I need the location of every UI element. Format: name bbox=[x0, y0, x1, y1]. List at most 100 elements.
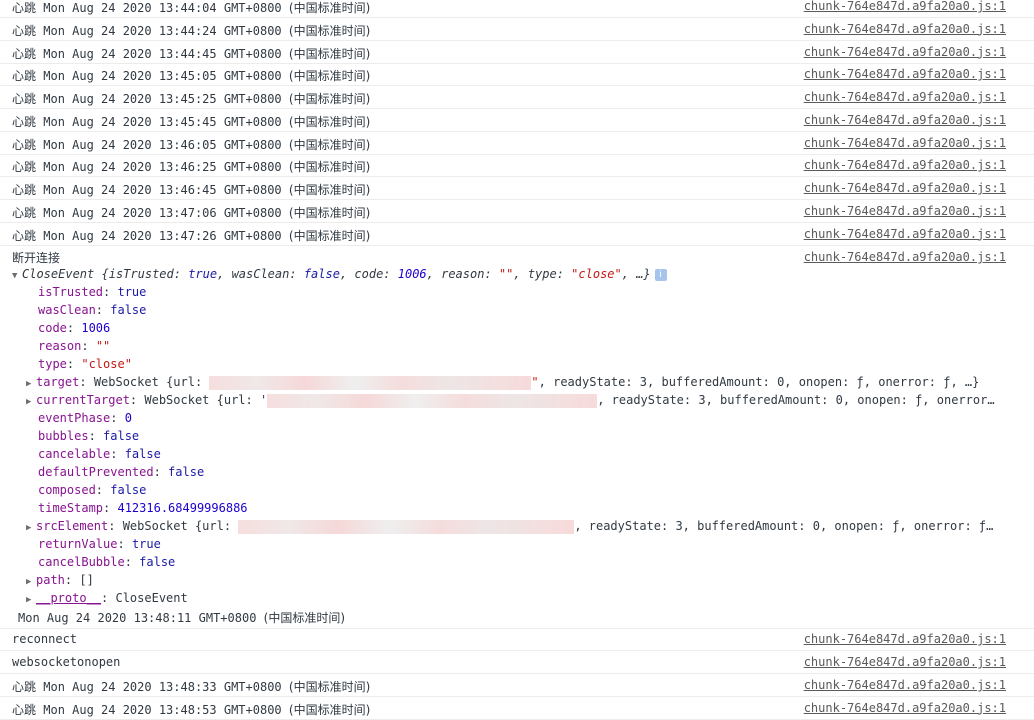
log-prefix: 心跳 bbox=[12, 160, 37, 175]
property-value: CloseEvent bbox=[115, 591, 188, 605]
log-row: 心跳 Mon Aug 24 2020 13:44:04 GMT+0800 (中国… bbox=[0, 0, 1034, 18]
expand-triangle-closed[interactable]: ▶ bbox=[26, 397, 36, 407]
log-timezone: (中国标准时间) bbox=[288, 114, 371, 129]
property-value: [] bbox=[79, 573, 94, 587]
log-message: 心跳 Mon Aug 24 2020 13:46:45 GMT+0800 (中国… bbox=[12, 181, 370, 198]
source-link[interactable]: chunk-764e847d.a9fa20a0.js:1 bbox=[804, 632, 1006, 646]
log-prefix: 心跳 bbox=[12, 1, 37, 15]
log-time: Mon Aug 24 2020 13:44:04 GMT+0800 bbox=[36, 1, 289, 15]
log-timezone: (中国标准时间) bbox=[288, 680, 371, 694]
source-link[interactable]: chunk-764e847d.a9fa20a0.js:1 bbox=[804, 678, 1006, 692]
colon: : bbox=[110, 411, 125, 425]
property-value: 1006 bbox=[397, 267, 427, 281]
tree-line: bubbles: false bbox=[38, 429, 139, 447]
info-icon[interactable]: i bbox=[654, 268, 667, 281]
console-panel: 心跳 Mon Aug 24 2020 13:44:04 GMT+0800 (中国… bbox=[0, 0, 1034, 720]
log-prefix: 心跳 bbox=[12, 183, 37, 197]
property-value: "" bbox=[498, 267, 514, 281]
tree-line: ▼ CloseEvent {isTrusted: true, wasClean: … bbox=[12, 267, 667, 285]
property-key: cancelable bbox=[38, 447, 111, 461]
log-time: Mon Aug 24 2020 13:45:25 GMT+0800 bbox=[36, 92, 289, 106]
brace: { bbox=[101, 267, 109, 281]
object-open: {url: bbox=[166, 375, 210, 389]
log-message: 心跳 Mon Aug 24 2020 13:44:04 GMT+0800 (中国… bbox=[12, 0, 370, 16]
log-prefix: 心跳 bbox=[12, 228, 37, 243]
source-link[interactable]: chunk-764e847d.a9fa20a0.js:1 bbox=[804, 250, 1006, 264]
log-message: 心跳 Mon Aug 24 2020 13:45:05 GMT+0800 (中国… bbox=[12, 67, 370, 84]
property-key: timeStamp bbox=[38, 501, 104, 515]
property-key[interactable]: currentTarget bbox=[36, 393, 130, 407]
log-row: 心跳 Mon Aug 24 2020 13:47:26 GMT+0800 (中国… bbox=[0, 224, 1034, 246]
source-link[interactable]: chunk-764e847d.a9fa20a0.js:1 bbox=[804, 90, 1006, 104]
tree-line: timeStamp: 412316.68499996886 bbox=[38, 501, 248, 519]
property-key: eventPhase bbox=[38, 411, 111, 425]
property-value: 1006 bbox=[81, 321, 111, 335]
property-key: type bbox=[38, 357, 67, 371]
expand-triangle-closed[interactable]: ▶ bbox=[26, 577, 36, 587]
colon: : bbox=[88, 429, 104, 443]
summary-tail: , …} bbox=[621, 267, 651, 281]
log-prefix: 心跳 bbox=[12, 205, 37, 220]
property-key: reason bbox=[38, 339, 82, 353]
class-name: WebSocket bbox=[144, 393, 217, 407]
colon: : bbox=[103, 501, 118, 515]
source-link[interactable]: chunk-764e847d.a9fa20a0.js:1 bbox=[804, 158, 1006, 172]
tree-line: ▶ currentTarget: WebSocket {url: ' , ready… bbox=[26, 393, 995, 411]
tree-line: defaultPrevented: false bbox=[38, 465, 204, 483]
summary-key: wasClean: bbox=[231, 267, 304, 281]
log-row: 心跳 Mon Aug 24 2020 13:45:45 GMT+0800 (中国… bbox=[0, 110, 1034, 132]
colon: : bbox=[64, 573, 80, 587]
log-row: 心跳 Mon Aug 24 2020 13:48:53 GMT+0800 (中国… bbox=[0, 698, 1034, 720]
source-link[interactable]: chunk-764e847d.a9fa20a0.js:1 bbox=[804, 136, 1006, 150]
log-message: 心跳 Mon Aug 24 2020 13:47:26 GMT+0800 (中国… bbox=[12, 227, 370, 244]
separator: , bbox=[426, 267, 442, 281]
property-value: "close" bbox=[81, 357, 132, 371]
log-row: 心跳 Mon Aug 24 2020 13:46:45 GMT+0800 (中国… bbox=[0, 178, 1034, 200]
source-link[interactable]: chunk-764e847d.a9fa20a0.js:1 bbox=[804, 181, 1006, 195]
log-prefix: 心跳 bbox=[12, 114, 37, 129]
source-link[interactable]: chunk-764e847d.a9fa20a0.js:1 bbox=[804, 45, 1006, 59]
tree-line: cancelBubble: false bbox=[38, 555, 175, 573]
expand-triangle-open[interactable]: ▼ bbox=[12, 271, 22, 281]
log-prefix: 心跳 bbox=[12, 46, 37, 61]
source-link[interactable]: chunk-764e847d.a9fa20a0.js:1 bbox=[804, 113, 1006, 127]
property-key[interactable]: path bbox=[36, 573, 65, 587]
property-value: false bbox=[139, 555, 176, 569]
property-key[interactable]: srcElement bbox=[36, 519, 108, 533]
redacted-url bbox=[238, 519, 575, 534]
source-link[interactable]: chunk-764e847d.a9fa20a0.js:1 bbox=[804, 67, 1006, 81]
property-value: 412316.68499996886 bbox=[117, 501, 248, 515]
expand-triangle-closed[interactable]: ▶ bbox=[26, 523, 36, 533]
tree-line: eventPhase: 0 bbox=[38, 411, 132, 429]
source-link[interactable]: chunk-764e847d.a9fa20a0.js:1 bbox=[804, 701, 1006, 715]
source-link[interactable]: chunk-764e847d.a9fa20a0.js:1 bbox=[804, 22, 1006, 36]
property-value: false bbox=[110, 483, 147, 497]
log-timezone: (中国标准时间) bbox=[288, 228, 371, 243]
colon: : bbox=[117, 537, 132, 551]
property-key[interactable]: __proto__ bbox=[36, 591, 101, 605]
tree-line: isTrusted: true bbox=[38, 285, 146, 303]
log-time: Mon Aug 24 2020 13:46:25 GMT+0800 bbox=[36, 160, 289, 175]
colon: : bbox=[66, 357, 82, 371]
colon: : bbox=[110, 447, 125, 461]
property-key[interactable]: target bbox=[36, 375, 79, 389]
property-key: isTrusted bbox=[38, 285, 104, 299]
source-link[interactable]: chunk-764e847d.a9fa20a0.js:1 bbox=[804, 0, 1006, 13]
log-row: 心跳 Mon Aug 24 2020 13:47:06 GMT+0800 (中国… bbox=[0, 201, 1034, 223]
log-prefix: 心跳 bbox=[12, 69, 37, 84]
log-time: Mon Aug 24 2020 13:45:05 GMT+0800 bbox=[36, 69, 289, 84]
log-timezone: (中国标准时间) bbox=[288, 205, 371, 220]
log-timezone: (中国标准时间) bbox=[288, 183, 371, 197]
source-link[interactable]: chunk-764e847d.a9fa20a0.js:1 bbox=[804, 655, 1006, 669]
expand-triangle-closed[interactable]: ▶ bbox=[26, 379, 36, 389]
object-open: {url: ' bbox=[216, 393, 268, 407]
source-link[interactable]: chunk-764e847d.a9fa20a0.js:1 bbox=[804, 227, 1006, 241]
source-link[interactable]: chunk-764e847d.a9fa20a0.js:1 bbox=[804, 204, 1006, 218]
expand-triangle-closed[interactable]: ▶ bbox=[26, 595, 36, 605]
object-summary[interactable]: CloseEvent {isTrusted: true, wasClean: f… bbox=[22, 267, 651, 281]
summary-key: reason: bbox=[441, 267, 499, 281]
log-row: 心跳 Mon Aug 24 2020 13:46:05 GMT+0800 (中国… bbox=[0, 133, 1034, 155]
redacted-url bbox=[267, 393, 598, 408]
property-value: false bbox=[103, 429, 140, 443]
property-key: code bbox=[38, 321, 67, 335]
